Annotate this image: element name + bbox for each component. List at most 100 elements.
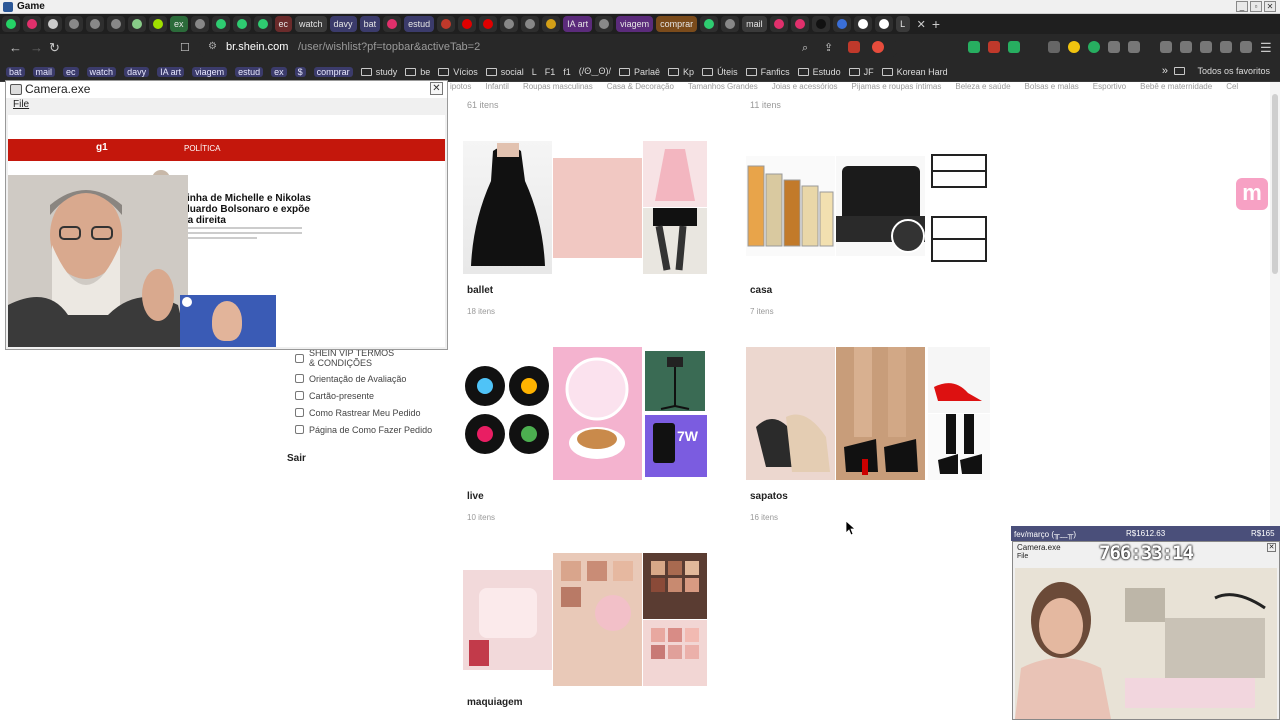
bookmark-item[interactable]: Vícios [438, 67, 478, 77]
camera-close-button[interactable]: ✕ [1267, 543, 1276, 552]
sidebar-item-review-guide[interactable]: Orientação de Avaliação [286, 370, 446, 387]
camera-title-bar[interactable]: Camera.exe ✕ [6, 81, 447, 98]
browser-tab[interactable] [500, 16, 519, 32]
browser-tab[interactable] [595, 16, 614, 32]
browser-tab[interactable] [2, 16, 20, 32]
minimize-button[interactable]: _ [1236, 1, 1248, 12]
sidebar-item-track-order[interactable]: Como Rastrear Meu Pedido [286, 404, 446, 421]
bookmark-item[interactable]: ex [271, 66, 287, 77]
browser-tab[interactable]: L [895, 16, 910, 32]
browser-tab[interactable]: mail [742, 16, 767, 32]
site-info-icon[interactable]: ⚙ [208, 41, 220, 53]
extension-alert-icon[interactable] [872, 41, 884, 53]
bookmark-item[interactable]: study [360, 67, 397, 77]
bookmark-item[interactable]: davy [124, 66, 150, 77]
browser-tab[interactable] [211, 16, 230, 32]
browser-tab[interactable] [65, 16, 83, 32]
shein-app-logo[interactable]: m [1236, 178, 1268, 210]
extension-red-icon[interactable] [988, 41, 1000, 53]
category-link[interactable]: Casa & Decoração [607, 82, 674, 91]
extension-shield-icon[interactable] [848, 41, 860, 53]
bookmark-item[interactable]: IA art [157, 66, 185, 77]
wishlist-board-maquiagem[interactable]: maquiagem [463, 553, 707, 708]
browser-tab[interactable] [458, 16, 477, 32]
address-bar[interactable]: ⚙ br.shein.com /user/wishlist?pf=topbar&… [198, 38, 898, 58]
browser-tab[interactable]: watch [295, 16, 327, 32]
back-button[interactable]: ← [9, 40, 22, 56]
board-name[interactable]: live [467, 491, 484, 502]
bookmark-item[interactable]: Estudo [797, 67, 841, 77]
bookmark-item[interactable]: Korean Hard [881, 67, 948, 77]
bookmark-item[interactable]: Kp [668, 67, 694, 77]
wishlist-board-sapatos[interactable]: sapatos 16 itens [746, 347, 990, 522]
category-link[interactable]: ipotos [450, 82, 471, 91]
category-link[interactable]: Cel [1226, 82, 1238, 91]
extension-green3-icon[interactable] [1088, 41, 1100, 53]
category-link[interactable]: Pijamas e roupas íntimas [852, 82, 942, 91]
browser-tab[interactable]: bat [359, 16, 381, 32]
browser-tab[interactable] [232, 16, 251, 32]
bookmark-item[interactable]: social [485, 67, 524, 77]
board-name[interactable]: maquiagem [467, 697, 523, 708]
camera-window-right[interactable]: Camera.exe File ✕ 766:33:14 [1012, 541, 1280, 720]
browser-tab[interactable] [832, 16, 851, 32]
browser-tab[interactable]: IA art [563, 16, 593, 32]
category-link[interactable]: Joias e acessórios [772, 82, 838, 91]
browser-tab[interactable] [383, 16, 402, 32]
tab-close-icon[interactable]: ✕ [917, 18, 926, 31]
wishlist-board-ballet[interactable]: ballet 18 itens [463, 141, 707, 316]
wishlist-board-casa[interactable]: casa 7 itens [746, 141, 990, 316]
wishlist-board-live[interactable]: 7W live 10 itens [463, 347, 707, 522]
camera-file-menu[interactable]: File [13, 99, 29, 110]
browser-tab[interactable] [86, 16, 104, 32]
camera-file-menu[interactable]: File [1017, 553, 1028, 560]
browser-tab[interactable] [542, 16, 561, 32]
bookmark-item[interactable]: (/ʘ‿ʘ)/ [579, 66, 611, 77]
share-icon[interactable]: ⇪ [824, 40, 833, 56]
browser-tab[interactable]: estud [404, 16, 435, 32]
camera-window-left[interactable]: Camera.exe ✕ File g1 POLÍTICA Dobradinha… [5, 80, 448, 350]
browser-tab[interactable]: comprar [656, 16, 698, 32]
board-name[interactable]: ballet [467, 285, 493, 296]
bookmark-icon[interactable]: ☐ [180, 40, 190, 56]
category-link[interactable]: Bolsas e malas [1025, 82, 1079, 91]
bookmark-item[interactable]: Fanfics [745, 67, 790, 77]
vpn-icon[interactable] [1240, 41, 1252, 53]
board-name[interactable]: casa [750, 285, 772, 296]
browser-tab[interactable] [521, 16, 540, 32]
bookmark-item[interactable]: be [405, 67, 430, 77]
all-favorites-folder[interactable]: Todos os favoritos [1174, 66, 1270, 76]
bookmark-item[interactable]: Úteis [702, 67, 738, 77]
category-link[interactable]: Roupas masculinas [523, 82, 593, 91]
browser-tab[interactable]: ex [170, 16, 188, 32]
browser-tab[interactable] [721, 16, 740, 32]
bookmark-item[interactable]: JF [848, 67, 874, 77]
sidepanel-icon[interactable] [1160, 41, 1172, 53]
bookmarks-more-button[interactable]: » [1162, 65, 1168, 77]
extension-green-icon[interactable] [968, 41, 980, 53]
sidebar-item-gift-card[interactable]: Cartão-presente [286, 387, 446, 404]
bookmark-item[interactable]: viagem [192, 66, 228, 77]
bookmark-item[interactable]: mail [32, 66, 56, 77]
browser-tab[interactable] [190, 16, 209, 32]
bookmark-item[interactable]: watch [86, 66, 117, 77]
category-link[interactable]: Bebê e maternidade [1140, 82, 1212, 91]
bookmark-item[interactable]: estud [235, 66, 264, 77]
browser-tab[interactable]: davy [329, 16, 357, 32]
camera-close-button[interactable]: ✕ [430, 82, 443, 95]
category-link[interactable]: Esportivo [1093, 82, 1126, 91]
search-icon[interactable]: ⌕ [802, 40, 808, 56]
new-tab-button[interactable]: + [932, 16, 940, 32]
bookmark-item[interactable]: $ [294, 66, 306, 77]
bookmark-item[interactable]: F1 [545, 67, 556, 77]
profile-icon[interactable] [1200, 41, 1212, 53]
menu-icon[interactable]: ☰ [1260, 40, 1272, 56]
scrollbar-thumb[interactable] [1272, 94, 1278, 274]
browser-tab[interactable] [790, 16, 809, 32]
bookmark-item[interactable]: f1 [563, 67, 571, 77]
browser-tab[interactable] [437, 16, 456, 32]
browser-tab[interactable] [23, 16, 41, 32]
forward-button[interactable]: → [30, 40, 43, 56]
extensions-puzzle-icon[interactable] [1108, 41, 1120, 53]
category-link[interactable]: Tamanhos Grandes [688, 82, 758, 91]
